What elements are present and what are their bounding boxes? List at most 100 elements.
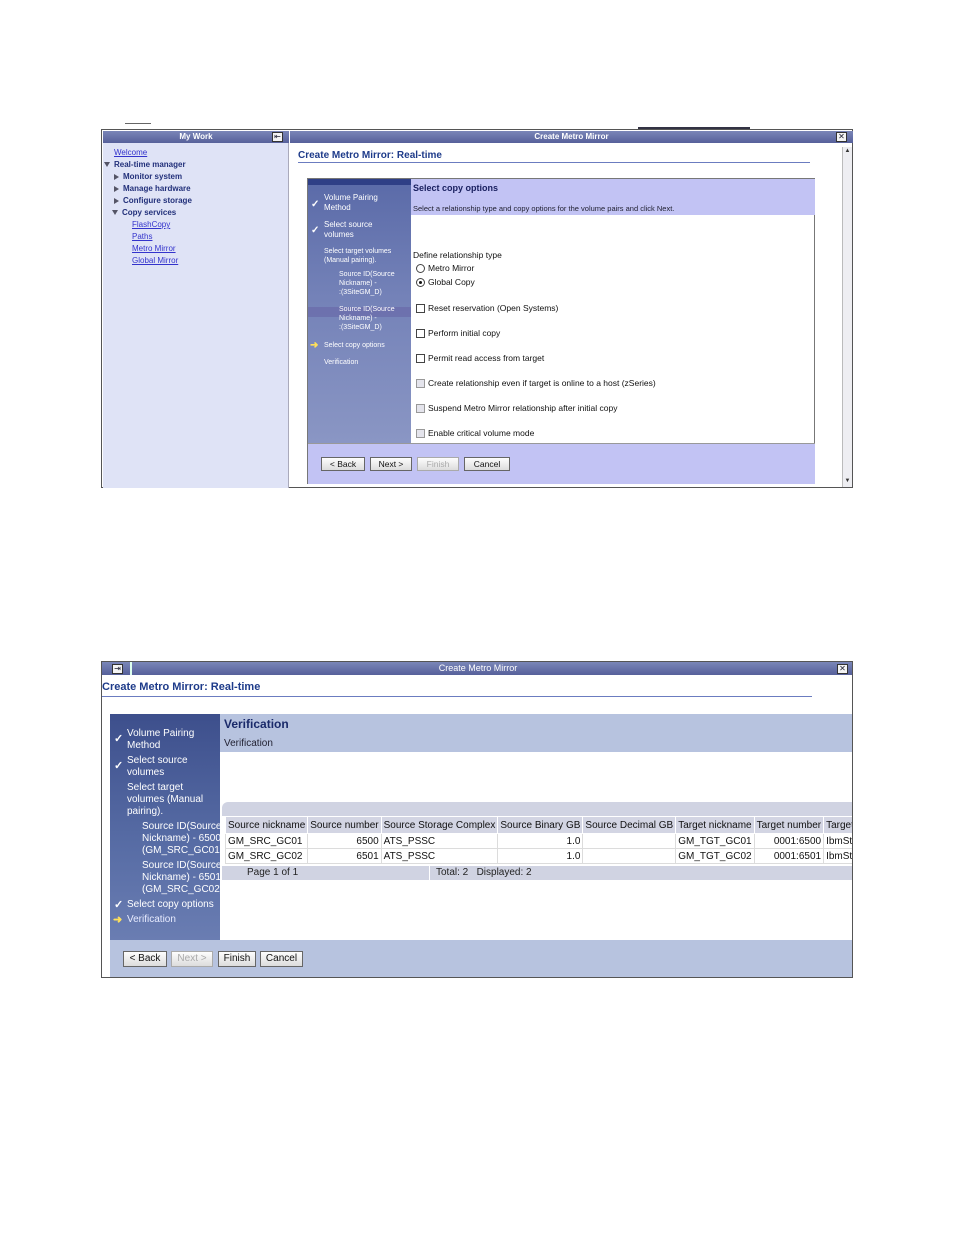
step-label: (GM_SRC_GC01) (142, 845, 224, 856)
step-label: Source ID(Source (339, 271, 395, 278)
cell-source-complex: ATS_PSSC (380, 848, 499, 864)
column-header[interactable]: Source Storage Complex (380, 816, 499, 834)
table-row[interactable]: GM_SRC_GC02 6501 ATS_PSSC 1.0 GM_TGT_GC0… (224, 848, 852, 864)
steps-header (308, 179, 411, 185)
table-row[interactable]: GM_SRC_GC01 6500 ATS_PSSC 1.0 GM_TGT_GC0… (224, 833, 852, 849)
expanded-icon (112, 210, 118, 216)
step-label: Nickname) - (339, 280, 377, 287)
collapse-panel-icon[interactable]: ⇤ (272, 132, 283, 142)
checkbox-label: Reset reservation (Open Systems) (428, 303, 559, 313)
checkbox[interactable] (416, 304, 425, 314)
column-header[interactable]: Source number (307, 816, 382, 834)
checkbox-permit-read-access[interactable]: Permit read access from target (416, 353, 544, 364)
checkbox-create-relationship-online[interactable]: Create relationship even if target is on… (416, 378, 656, 389)
nav-global-mirror[interactable]: Global Mirror (132, 256, 178, 265)
step-verification: Verification (324, 359, 359, 366)
step-select-target: Select target volumes (Manual pairing). (324, 247, 391, 265)
next-button[interactable]: Next > (171, 951, 213, 967)
back-button[interactable]: < Back (321, 457, 365, 471)
nav-label: Real-time manager (114, 160, 186, 169)
step-label: Method (324, 203, 351, 212)
step-label: :(3SiteGM_D) (339, 324, 382, 331)
expand-panel-icon[interactable]: ⇥ (112, 664, 123, 674)
column-header[interactable]: Target number (753, 816, 825, 834)
scroll-down-icon[interactable]: ▼ (844, 478, 851, 485)
cell-source-binary-gb: 1.0 (497, 833, 584, 849)
collapsed-icon (114, 197, 119, 204)
back-button[interactable]: < Back (123, 951, 167, 967)
checkbox-enable-critical-volume[interactable]: Enable critical volume mode (416, 428, 535, 439)
checkbox-label: Perform initial copy (428, 328, 501, 338)
vertical-scrollbar[interactable]: ▲ ▼ (842, 147, 852, 487)
close-icon[interactable]: ✕ (837, 664, 848, 674)
step-source-id-1: Source ID(Source Nickname) -:(3SiteGM_D) (339, 270, 395, 297)
decor-line (125, 123, 151, 124)
cell-source-decimal-gb (582, 848, 677, 864)
radio-global-copy[interactable]: Global Copy (416, 277, 475, 288)
checkbox-perform-initial-copy[interactable]: Perform initial copy (416, 328, 501, 339)
checkbox-disabled[interactable] (416, 379, 425, 389)
wizard-steps: ✓ Volume Pairing Method ✓ Select source vo… (308, 179, 411, 443)
radio-label: Global Copy (428, 277, 475, 287)
finish-button[interactable]: Finish (417, 457, 459, 471)
title-divider (102, 696, 812, 697)
column-header[interactable]: Target nickname (675, 816, 755, 834)
nav-label: Manage hardware (123, 184, 191, 193)
close-icon[interactable]: ✕ (836, 132, 847, 142)
next-button[interactable]: Next > (370, 457, 412, 471)
step-label: Select target volumes (324, 248, 392, 255)
column-header[interactable]: Source Binary GB (497, 816, 584, 834)
nav-paths[interactable]: Paths (132, 232, 152, 241)
step-label: volumes (324, 230, 354, 239)
panel-header (220, 714, 852, 752)
checkbox[interactable] (416, 354, 425, 364)
nav-monitor-system[interactable]: Monitor system (114, 172, 182, 181)
checkbox-disabled[interactable] (416, 404, 425, 414)
column-header[interactable]: Source nickname (224, 816, 309, 834)
step-select-copy-options: Select copy options (127, 899, 214, 910)
nav-label: Monitor system (123, 172, 183, 181)
checkbox[interactable] (416, 329, 425, 339)
step-label: Source ID(Source (142, 860, 222, 871)
cancel-button[interactable]: Cancel (260, 951, 303, 967)
cancel-button[interactable]: Cancel (464, 457, 510, 471)
radio-metro-mirror[interactable]: Metro Mirror (416, 263, 474, 274)
cell-source-decimal-gb (582, 833, 677, 849)
step-label: Volume Pairing (324, 193, 378, 202)
finish-button[interactable]: Finish (218, 951, 256, 967)
scroll-up-icon[interactable]: ▲ (844, 148, 851, 155)
step-select-source: Select source volumes (127, 755, 188, 779)
checkbox-reset-reservation[interactable]: Reset reservation (Open Systems) (416, 303, 559, 314)
nav-configure-storage[interactable]: Configure storage (114, 196, 192, 205)
nav-manage-hardware[interactable]: Manage hardware (114, 184, 191, 193)
step-label: Source ID(Source (339, 306, 395, 313)
step-select-target: Select target volumes (Manual pairing). (127, 782, 203, 818)
radio-button-selected[interactable] (416, 278, 425, 288)
step-select-source: Select source volumes (324, 220, 372, 240)
panel-subtitle: Verification (224, 738, 273, 749)
step-volume-pairing: Volume Pairing Method (127, 728, 194, 752)
my-work-navigation: Welcome Real-time manager Monitor system… (103, 143, 289, 488)
nav-flashcopy[interactable]: FlashCopy (132, 220, 170, 229)
screenshot-select-copy-options: My Work ⇤ Welcome Real-time manager Moni… (101, 129, 853, 488)
nav-realtime-manager[interactable]: Real-time manager (104, 160, 186, 169)
my-work-titlebar: My Work (103, 131, 289, 143)
cell-source-number: 6500 (307, 833, 382, 849)
nav-copy-services[interactable]: Copy services (112, 208, 176, 217)
checkbox-disabled[interactable] (416, 429, 425, 439)
column-header[interactable]: Target S (823, 816, 852, 834)
step-label: Select target (127, 782, 184, 793)
nav-welcome[interactable]: Welcome (114, 148, 147, 157)
screenshot-verification: Create Metro Mirror ⇥ ✕ Create Metro Mir… (101, 661, 853, 978)
totals-info: Total: 2 Displayed: 2 (436, 867, 532, 878)
checkbox-suspend-metro-mirror[interactable]: Suspend Metro Mirror relationship after … (416, 403, 617, 414)
check-icon: ✓ (114, 733, 124, 745)
step-select-copy-options: Select copy options (324, 342, 385, 349)
radio-button[interactable] (416, 264, 425, 274)
nav-metro-mirror[interactable]: Metro Mirror (132, 244, 176, 253)
column-header[interactable]: Source Decimal GB (582, 816, 677, 834)
step-label: Source ID(Source (142, 821, 222, 832)
cell-source-nickname: GM_SRC_GC02 (224, 848, 309, 864)
current-step-arrow-icon: ➜ (113, 914, 123, 926)
checkbox-label: Enable critical volume mode (428, 428, 535, 438)
